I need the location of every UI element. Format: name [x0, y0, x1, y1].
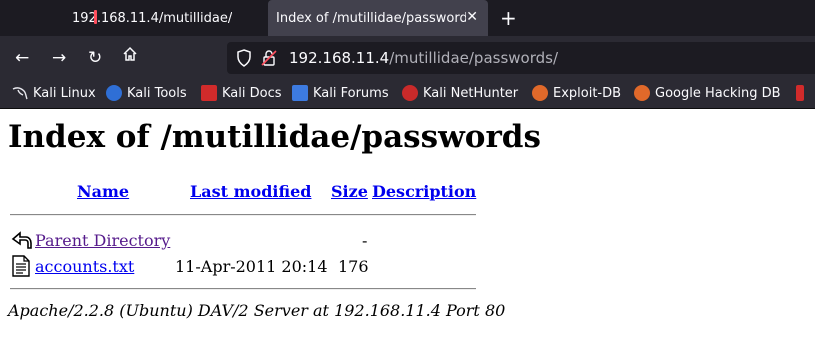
tab-mutillidae[interactable]: 192.168.11.4/mutillidae/ [40, 0, 260, 36]
url-text: 192.168.11.4/mutillidae/passwords/ [289, 49, 558, 67]
divider [10, 288, 476, 290]
list-item: accounts.txt [35, 257, 134, 276]
tab-title: Index of /mutillidae/passwords/ [276, 10, 466, 26]
column-header-size[interactable]: Size [331, 182, 368, 201]
kali-tools-icon [106, 85, 122, 101]
bookmark-kali-tools[interactable]: Kali Tools [106, 85, 187, 101]
bookmark-google-hacking-db[interactable]: Google Hacking DB [634, 85, 781, 101]
column-header-description[interactable]: Description [372, 182, 476, 201]
page-content: Index of /mutillidae/passwords Name Last… [0, 109, 815, 357]
server-signature: Apache/2.2.8 (Ubuntu) DAV/2 Server at 19… [8, 301, 506, 320]
nethunter-icon [402, 85, 418, 101]
file-size: - [362, 231, 368, 250]
last-modified-date: 11-Apr-2011 20:14 [175, 257, 328, 276]
shield-icon[interactable] [236, 49, 252, 71]
url-path: /mutillidae/passwords/ [389, 49, 559, 67]
tab-passwords-index[interactable]: Index of /mutillidae/passwords/ ✕ [268, 0, 488, 36]
bookmark-icon [796, 85, 804, 101]
accounts-file-link[interactable]: accounts.txt [35, 257, 134, 276]
bookmark-exploit-db[interactable]: Exploit-DB [532, 85, 621, 101]
reload-icon[interactable]: ↻ [88, 48, 102, 68]
kali-docs-icon [201, 85, 217, 101]
tab-strip: 192.168.11.4/mutillidae/ Index of /mutil… [0, 0, 815, 36]
bookmark-label: Kali Forums [313, 85, 389, 101]
forward-arrow-icon[interactable]: → [52, 48, 66, 68]
bookmark-kali-nethunter[interactable]: Kali NetHunter [402, 85, 518, 101]
page-title: Index of /mutillidae/passwords [8, 119, 541, 155]
bookmark-label: Kali Tools [127, 85, 187, 101]
bookmark-kali-linux[interactable]: Kali Linux [12, 85, 96, 101]
close-tab-icon[interactable]: ✕ [466, 9, 478, 25]
list-item: Parent Directory [35, 231, 170, 250]
text-file-icon [11, 255, 31, 281]
bookmarks-toolbar: Kali Linux Kali Tools Kali Docs Kali For… [0, 80, 815, 109]
file-size: 176 [338, 257, 369, 276]
bookmark-label: Exploit-DB [553, 85, 622, 101]
url-host: 192.168.11.4 [289, 49, 390, 67]
kali-forums-icon [292, 85, 308, 101]
bookmark-kali-forums[interactable]: Kali Forums [292, 85, 389, 101]
ghdb-icon [634, 85, 650, 101]
back-arrow-icon [11, 229, 33, 255]
bookmark-kali-docs[interactable]: Kali Docs [201, 85, 282, 101]
warning-icon [94, 10, 97, 24]
bookmark-overflow[interactable] [796, 85, 809, 101]
navigation-toolbar: ← → ↻ 192.168.11.4/mutillidae/passwords/ [0, 36, 815, 80]
column-header-last-modified[interactable]: Last modified [190, 182, 311, 201]
parent-directory-link[interactable]: Parent Directory [35, 231, 170, 250]
divider [10, 214, 476, 216]
bookmark-label: Kali Docs [222, 85, 282, 101]
insecure-lock-icon[interactable] [261, 49, 277, 71]
new-tab-icon[interactable]: + [500, 6, 517, 30]
address-bar[interactable]: 192.168.11.4/mutillidae/passwords/ [227, 42, 815, 74]
exploit-db-icon [532, 85, 548, 101]
bookmark-label: Kali NetHunter [423, 85, 519, 101]
back-arrow-icon[interactable]: ← [15, 48, 29, 68]
home-icon[interactable] [122, 46, 138, 67]
bookmark-label: Google Hacking DB [655, 85, 781, 101]
kali-dragon-icon [12, 85, 28, 101]
column-header-name[interactable]: Name [77, 182, 129, 201]
bookmark-label: Kali Linux [33, 85, 96, 101]
